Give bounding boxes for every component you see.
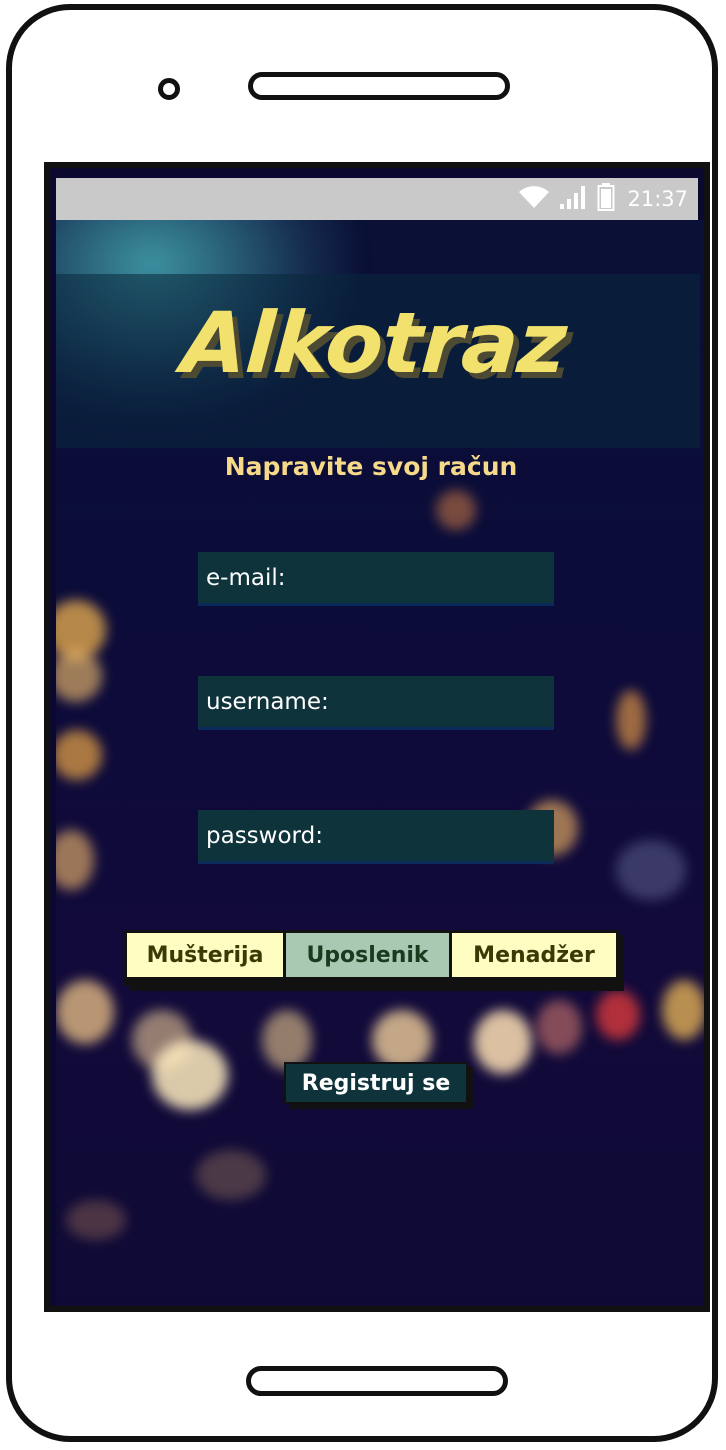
- password-field[interactable]: password:: [198, 810, 554, 864]
- wifi-icon: [517, 184, 551, 214]
- email-field[interactable]: e-mail:: [198, 552, 554, 606]
- signal-icon: [559, 184, 589, 214]
- battery-icon: [597, 182, 615, 216]
- email-field-label: e-mail:: [206, 564, 286, 591]
- page-subtitle: Napravite svoj račun: [224, 452, 518, 481]
- app-logo: Alkotraz: [178, 294, 569, 392]
- status-bar: 21:37: [56, 178, 698, 220]
- username-field[interactable]: username:: [198, 676, 554, 730]
- role-selector: Mušterija Uposlenik Menadžer: [124, 930, 619, 986]
- password-field-label: password:: [206, 822, 323, 849]
- camera-icon: [158, 78, 180, 100]
- status-time: 21:37: [627, 187, 688, 211]
- role-option-musterija[interactable]: Mušterija: [127, 933, 283, 977]
- app-content: Alkotraz Napravite svoj račun e-mail: us…: [56, 220, 704, 1306]
- speaker-grille: [248, 72, 510, 100]
- phone-screen: 21:37 Alkotraz Napravite svoj račun e-ma…: [44, 162, 710, 1312]
- role-option-menadzer[interactable]: Menadžer: [452, 933, 616, 977]
- role-option-uposlenik[interactable]: Uposlenik: [286, 933, 449, 977]
- phone-frame: 21:37 Alkotraz Napravite svoj račun e-ma…: [6, 4, 718, 1442]
- register-button[interactable]: Registruj se: [284, 1062, 468, 1104]
- home-button[interactable]: [246, 1366, 508, 1396]
- username-field-label: username:: [206, 688, 329, 715]
